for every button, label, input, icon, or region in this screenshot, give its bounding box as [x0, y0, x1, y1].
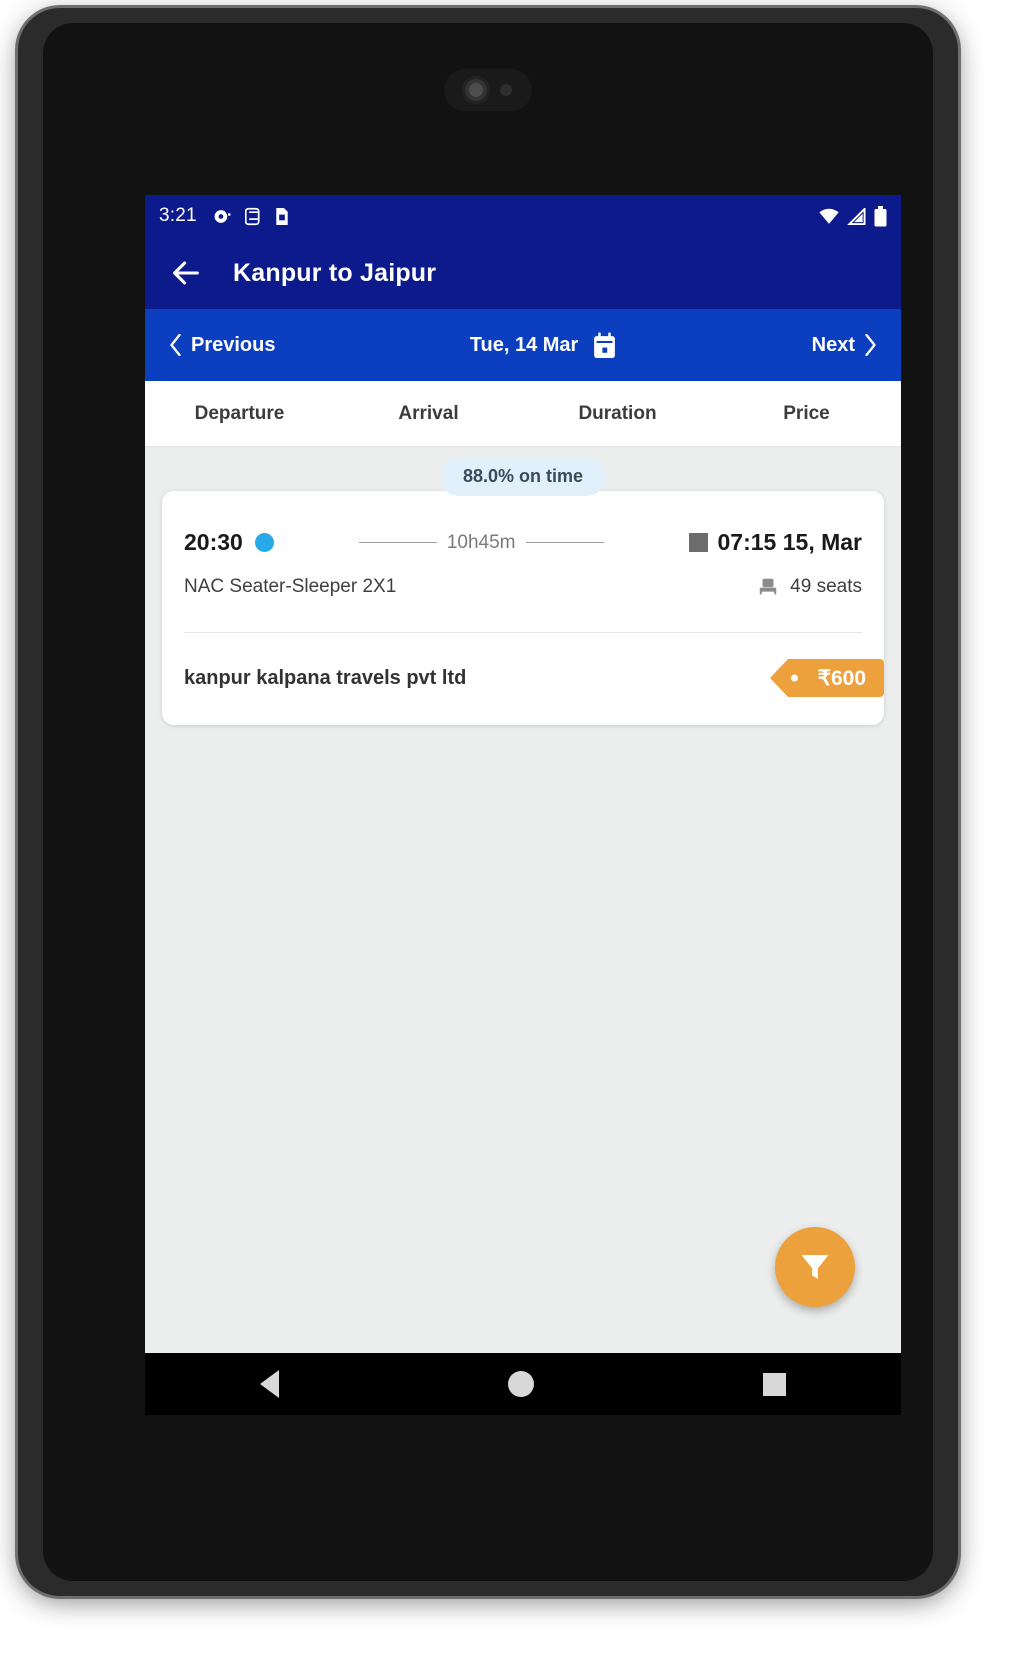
price-label: ₹600: [817, 666, 866, 690]
operator-name: kanpur kalpana travels pvt ltd: [184, 666, 467, 689]
date-picker-button[interactable]: Tue, 14 Mar: [470, 332, 618, 359]
arrival-marker-icon: [688, 533, 708, 552]
price-tag[interactable]: ₹600: [769, 659, 884, 697]
arrival-time-block: 07:15 15, Mar: [688, 529, 862, 556]
journey-times-row: 20:30 10h45m 07:15 15, Mar: [184, 529, 862, 556]
on-time-badge: 88.0% on time: [440, 457, 606, 496]
departure-marker-icon: [254, 533, 274, 552]
filter-funnel-icon: [801, 1254, 829, 1280]
camera-lens-icon: [462, 76, 490, 104]
arrival-time: 07:15 15, Mar: [717, 529, 862, 555]
tab-departure[interactable]: Departure: [145, 403, 334, 425]
status-bar: 3:21: [145, 195, 901, 237]
notification-icon: [214, 209, 231, 223]
android-home-icon[interactable]: [507, 1371, 534, 1397]
chevron-left-icon: [170, 334, 181, 356]
sort-tabs: Departure Arrival Duration Price: [145, 381, 901, 447]
departure-time-block: 20:30: [184, 529, 274, 556]
status-bar-left-icons: [213, 207, 289, 226]
bus-result-card[interactable]: 20:30 10h45m 07:15 15, Mar NAC Seater-Sl…: [162, 491, 884, 725]
page-title: Kanpur to Jaipur: [233, 258, 437, 287]
android-recents-icon[interactable]: [763, 1372, 787, 1396]
date-navigation-bar: Previous Tue, 14 Mar Next: [145, 309, 901, 381]
previous-day-label: Previous: [191, 333, 276, 356]
app-bar: Kanpur to Jaipur: [145, 237, 901, 309]
device-body: 3:21 Kanpur to Jaipur Previous Tue, 14 M…: [43, 23, 933, 1581]
results-list: 88.0% on time 20:30 10h45m 07:15 15, Mar…: [145, 447, 901, 1353]
card-top-section: 20:30 10h45m 07:15 15, Mar NAC Seater-Sl…: [184, 491, 862, 632]
departure-time: 20:30: [184, 529, 243, 555]
next-day-label: Next: [811, 333, 855, 356]
bus-meta-row: NAC Seater-Sleeper 2X1 49 seats: [184, 556, 862, 624]
seat-icon: [759, 578, 777, 595]
seats-available-label: 49 seats: [790, 576, 862, 597]
tab-duration[interactable]: Duration: [523, 403, 712, 425]
selected-date-label: Tue, 14 Mar: [469, 333, 579, 356]
status-bar-clock: 3:21: [159, 205, 197, 226]
device-frame: 3:21 Kanpur to Jaipur Previous Tue, 14 M…: [18, 8, 958, 1596]
duration-line-left: [358, 542, 437, 543]
tab-price[interactable]: Price: [712, 403, 901, 425]
chevron-right-icon: [865, 334, 876, 356]
signal-icon: [847, 207, 866, 225]
previous-day-button[interactable]: Previous: [169, 334, 275, 357]
status-bar-right-icons: [818, 205, 887, 227]
phone-screen: 3:21 Kanpur to Jaipur Previous Tue, 14 M…: [145, 195, 901, 1415]
android-navigation-bar: [145, 1353, 901, 1415]
sim-icon: [276, 207, 288, 225]
calendar-icon: [594, 332, 616, 358]
next-day-button[interactable]: Next: [812, 334, 877, 357]
back-arrow-icon[interactable]: [169, 256, 203, 290]
seats-available-block: 49 seats: [757, 576, 862, 598]
duration-block: 10h45m: [274, 532, 689, 554]
tab-arrival[interactable]: Arrival: [334, 403, 523, 425]
camera-housing: [444, 69, 532, 111]
journey-duration: 10h45m: [446, 531, 516, 553]
duration-line-right: [525, 542, 604, 543]
wifi-icon: [819, 208, 839, 224]
android-back-icon[interactable]: [259, 1370, 279, 1398]
sd-card-icon: [244, 207, 260, 225]
filter-fab-button[interactable]: [775, 1227, 855, 1307]
operator-row: kanpur kalpana travels pvt ltd ₹600: [184, 633, 884, 725]
battery-icon: [874, 205, 887, 226]
bus-type-label: NAC Seater-Sleeper 2X1: [184, 576, 397, 597]
camera-sensor-icon: [500, 84, 512, 96]
